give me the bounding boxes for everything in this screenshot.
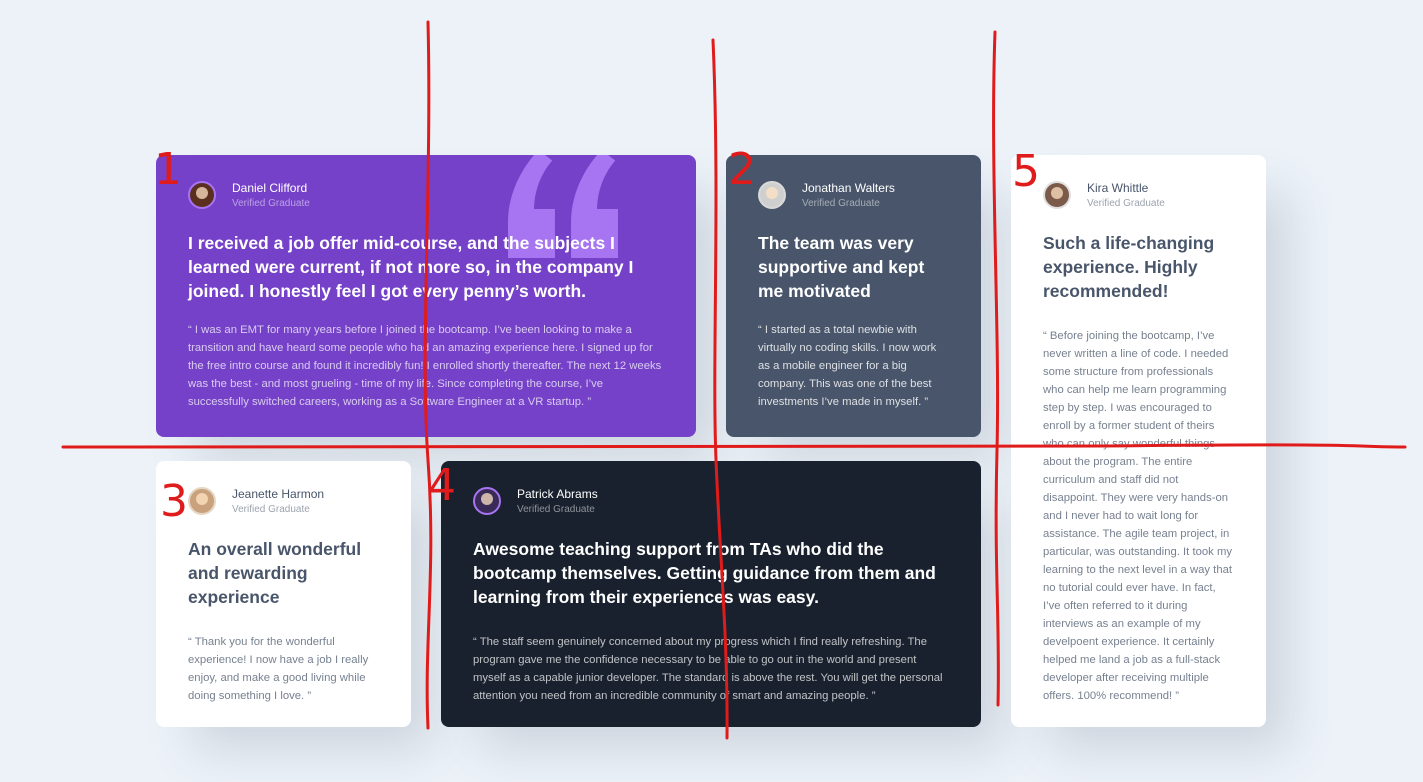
testimonial-headline: Awesome teaching support from TAs who di… xyxy=(473,539,936,607)
author-name: Patrick Abrams xyxy=(517,486,598,501)
author-block: Daniel Clifford Verified Graduate xyxy=(188,179,664,211)
testimonial-quote: “ Before joining the bootcamp, I’ve neve… xyxy=(1043,330,1233,702)
testimonial-headline: Such a life-changing experience. Highly … xyxy=(1043,233,1215,301)
testimonial-card-daniel: Daniel Clifford Verified Graduate I rece… xyxy=(156,155,696,437)
author-role: Verified Graduate xyxy=(232,503,310,515)
testimonial-quote: “ The staff seem genuinely concerned abo… xyxy=(473,636,943,702)
testimonial-card-jonathan: Jonathan Walters Verified Graduate The t… xyxy=(726,155,981,437)
author-name: Kira Whittle xyxy=(1087,180,1149,195)
author-role: Verified Graduate xyxy=(802,197,880,209)
author-block: Jonathan Walters Verified Graduate xyxy=(758,179,949,211)
testimonial-quote: “ Thank you for the wonderful experience… xyxy=(188,636,369,702)
testimonial-card-jeanette: Jeanette Harmon Verified Graduate An ove… xyxy=(156,461,411,727)
testimonial-headline: The team was very supportive and kept me… xyxy=(758,233,925,301)
author-name: Jeanette Harmon xyxy=(232,486,325,501)
testimonial-quote: “ I started as a total newbie with virtu… xyxy=(758,324,937,408)
annotation-line-vertical-3 xyxy=(992,30,1000,707)
author-block: Patrick Abrams Verified Graduate xyxy=(473,485,949,517)
author-name: Jonathan Walters xyxy=(802,180,895,195)
testimonial-quote: “ I was an EMT for many years before I j… xyxy=(188,324,662,408)
testimonial-headline: An overall wonderful and rewarding exper… xyxy=(188,539,362,607)
testimonial-headline: I received a job offer mid-course, and t… xyxy=(188,233,634,301)
avatar xyxy=(473,487,501,515)
testimonial-card-kira: Kira Whittle Verified Graduate Such a li… xyxy=(1011,155,1266,727)
author-name: Daniel Clifford xyxy=(232,180,308,195)
avatar xyxy=(758,181,786,209)
author-role: Verified Graduate xyxy=(517,503,595,515)
author-block: Kira Whittle Verified Graduate xyxy=(1043,179,1234,211)
avatar xyxy=(188,181,216,209)
author-block: Jeanette Harmon Verified Graduate xyxy=(188,485,379,517)
testimonial-card-patrick: Patrick Abrams Verified Graduate Awesome… xyxy=(441,461,981,727)
author-role: Verified Graduate xyxy=(1087,197,1165,209)
avatar xyxy=(1043,181,1071,209)
avatar xyxy=(188,487,216,515)
author-role: Verified Graduate xyxy=(232,197,310,209)
